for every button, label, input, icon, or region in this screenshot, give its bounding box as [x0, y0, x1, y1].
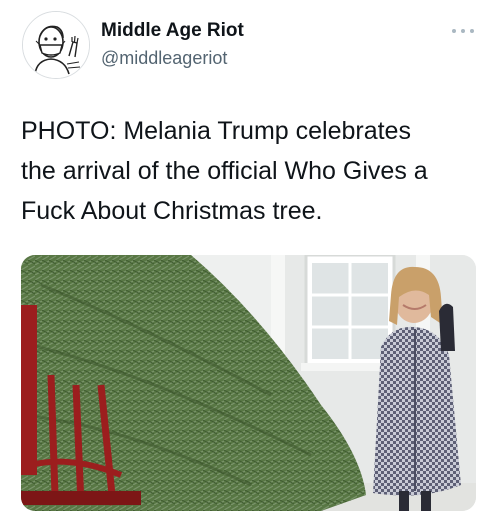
tweet-text-line: PHOTO: Melania Trump celebrates: [21, 117, 411, 145]
dot-icon: [452, 29, 456, 33]
cartoon-man-mask-icon: [23, 12, 89, 78]
author-handle[interactable]: @middleageriot: [101, 48, 227, 69]
photo-illustration: [21, 255, 476, 511]
tweet-text-line: Fuck About Christmas tree.: [21, 197, 323, 225]
tweet-text: PHOTO: Melania Trump celebrates the arri…: [21, 111, 476, 231]
tweet-card[interactable]: Middle Age Riot @middleageriot PHOTO: Me…: [0, 0, 495, 530]
author-avatar[interactable]: [22, 11, 90, 79]
dot-icon: [470, 29, 474, 33]
tweet-photo[interactable]: [21, 255, 476, 511]
dot-icon: [461, 29, 465, 33]
author-name[interactable]: Middle Age Riot: [101, 20, 244, 42]
tweet-text-line: the arrival of the official Who Gives a: [21, 157, 428, 185]
more-options-icon[interactable]: [452, 26, 474, 36]
